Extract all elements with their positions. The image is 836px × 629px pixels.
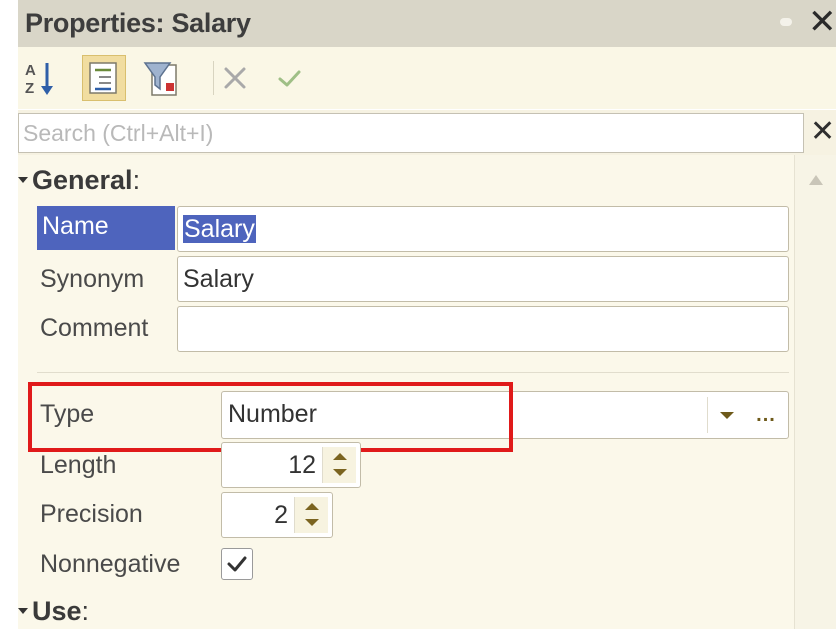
cancel-icon xyxy=(224,67,246,89)
type-ellipsis-button[interactable]: ... xyxy=(747,397,785,433)
nonnegative-checkbox[interactable] xyxy=(221,548,253,580)
synonym-field[interactable]: Salary xyxy=(177,256,789,302)
sort-az-button[interactable]: A Z xyxy=(21,55,65,101)
apply-button[interactable] xyxy=(268,55,312,101)
cancel-button[interactable] xyxy=(214,55,258,101)
search-input[interactable] xyxy=(18,113,804,153)
length-spin-buttons[interactable] xyxy=(322,447,356,483)
pin-icon[interactable] xyxy=(780,18,792,26)
filter-button[interactable] xyxy=(140,55,184,101)
vertical-scrollbar[interactable] xyxy=(794,155,836,629)
svg-text:A: A xyxy=(25,62,36,79)
name-field[interactable]: Salary xyxy=(177,206,789,252)
properties-toolbar: A Z xyxy=(18,47,836,109)
section-use-label: Use xyxy=(32,596,82,626)
spin-down-icon[interactable] xyxy=(305,519,319,526)
synonym-label: Synonym xyxy=(40,265,145,293)
precision-value: 2 xyxy=(274,501,288,529)
synonym-value: Salary xyxy=(183,265,254,293)
length-stepper[interactable]: 12 xyxy=(221,442,361,488)
precision-label: Precision xyxy=(40,500,143,528)
search-bar: ✕ xyxy=(18,110,836,155)
categories-icon xyxy=(89,62,117,94)
chevron-down-icon xyxy=(720,412,734,419)
clear-search-icon[interactable]: ✕ xyxy=(810,112,835,152)
spin-up-icon[interactable] xyxy=(333,453,347,460)
checkmark-icon xyxy=(278,70,301,87)
collapse-arrow-icon[interactable] xyxy=(18,176,28,183)
name-label: Name xyxy=(37,206,175,250)
section-divider xyxy=(37,372,789,373)
comment-label: Comment xyxy=(40,314,149,342)
section-use[interactable]: Use: xyxy=(18,596,89,627)
comment-field[interactable] xyxy=(177,306,789,352)
name-value: Salary xyxy=(183,215,256,243)
section-general[interactable]: General: xyxy=(18,165,140,196)
collapse-arrow-icon[interactable] xyxy=(18,607,28,614)
categorize-button[interactable] xyxy=(82,55,126,101)
length-value: 12 xyxy=(288,451,316,479)
panel-title: Properties: Salary xyxy=(25,8,251,38)
type-dropdown-button[interactable] xyxy=(707,397,745,433)
section-general-label: General xyxy=(32,165,133,195)
checkmark-icon xyxy=(227,556,247,572)
close-icon[interactable]: ✕ xyxy=(808,2,836,42)
spin-up-icon[interactable] xyxy=(305,503,319,510)
spin-down-icon[interactable] xyxy=(333,469,347,476)
precision-spin-buttons[interactable] xyxy=(294,497,328,533)
nonnegative-label: Nonnegative xyxy=(40,550,181,578)
svg-text:Z: Z xyxy=(25,80,34,97)
properties-title-bar: Properties: Salary ✕ xyxy=(18,0,836,47)
scroll-up-icon[interactable] xyxy=(809,175,823,185)
length-label: Length xyxy=(40,451,117,479)
precision-stepper[interactable]: 2 xyxy=(221,492,333,538)
filter-icon xyxy=(143,62,177,96)
sort-az-icon: A Z xyxy=(25,62,53,97)
